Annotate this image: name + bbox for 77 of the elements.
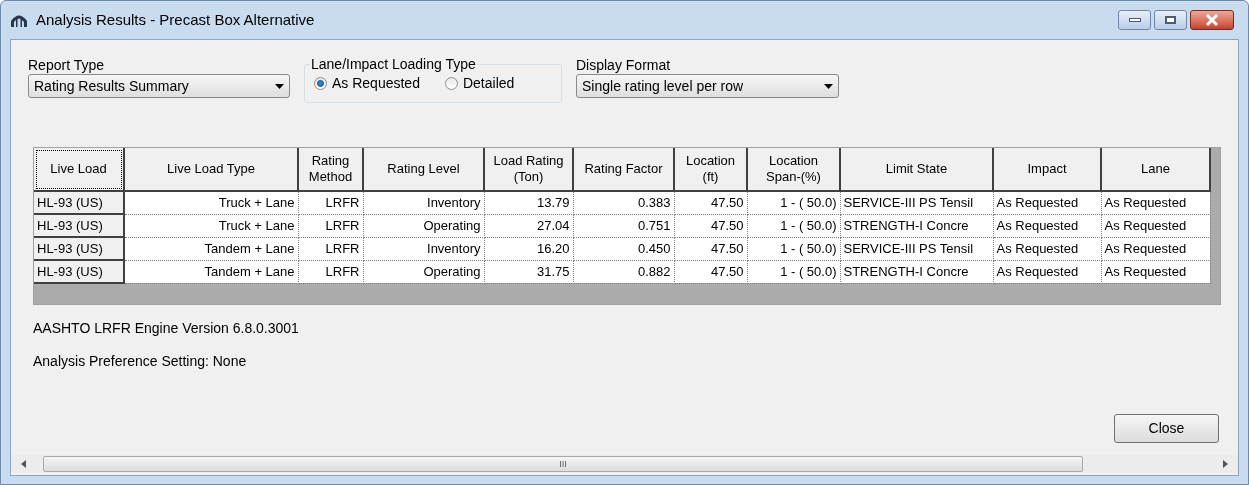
column-header[interactable]: Rating Factor [573,148,674,191]
table-cell: SERVICE-III PS Tensil [840,237,993,260]
left-arrow-icon[interactable] [21,460,26,468]
display-format-dropdown[interactable]: Single rating level per row [576,74,839,98]
column-header[interactable]: Rating Level [363,148,484,191]
table-cell: Operating [363,260,484,283]
table-cell: As Requested [1101,237,1210,260]
table-cell: 47.50 [674,260,747,283]
table-cell: 47.50 [674,237,747,260]
table-cell: Operating [363,214,484,237]
column-header[interactable]: Impact [993,148,1101,191]
column-header[interactable]: Location (ft) [674,148,747,191]
column-header[interactable]: Load Rating (Ton) [484,148,573,191]
scrollbar-thumb[interactable]: III [43,456,1083,472]
column-header[interactable]: Live Load [34,148,124,191]
table-cell: LRFR [298,191,363,214]
right-arrow-icon[interactable] [1223,460,1228,468]
row-header[interactable]: HL-93 (US) [34,214,124,237]
close-icon[interactable] [1190,10,1234,30]
table-cell: 47.50 [674,191,747,214]
window-title: Analysis Results - Precast Box Alternative [36,9,315,30]
column-header[interactable]: Location Span-(%) [747,148,840,191]
column-header[interactable]: Limit State [840,148,993,191]
table-cell: Truck + Lane [124,214,298,237]
table-cell: As Requested [993,260,1101,283]
table-cell: Inventory [363,191,484,214]
engine-version-text: AASHTO LRFR Engine Version 6.8.0.3001 [33,319,299,338]
table-cell: As Requested [993,191,1101,214]
table-cell: As Requested [1101,260,1210,283]
table-cell: 16.20 [484,237,573,260]
radio-option[interactable]: Detailed [444,74,515,92]
column-header[interactable]: Live Load Type [124,148,298,191]
table-cell: Tandem + Lane [124,260,298,283]
table-cell: 1 - ( 50.0) [747,237,840,260]
table-cell: Tandem + Lane [124,237,298,260]
table-cell: SERVICE-III PS Tensil [840,191,993,214]
table-cell: 31.75 [484,260,573,283]
radio-button[interactable] [314,76,327,90]
table-cell: LRFR [298,237,363,260]
display-format-label: Display Format [576,56,672,74]
table-cell: LRFR [298,214,363,237]
table-cell: As Requested [1101,191,1210,214]
column-header[interactable]: Lane [1101,148,1210,191]
table-cell: STRENGTH-I Concre [840,260,993,283]
loading-type-label: Lane/Impact Loading Type [310,55,477,73]
preference-setting-text: Analysis Preference Setting: None [33,352,247,371]
radio-button[interactable] [444,76,458,90]
row-header[interactable]: HL-93 (US) [34,260,124,283]
table-cell: STRENGTH-I Concre [840,214,993,237]
minimize-button[interactable] [1118,10,1151,30]
table-cell: 1 - ( 50.0) [747,260,840,283]
table-cell: LRFR [298,260,363,283]
table-cell: 1 - ( 50.0) [747,191,840,214]
maximize-button[interactable] [1154,10,1187,30]
table-cell: 47.50 [674,214,747,237]
table-cell: As Requested [993,237,1101,260]
table-cell: 27.04 [484,214,573,237]
table-cell: 13.79 [484,191,573,214]
table-cell: As Requested [993,214,1101,237]
table-cell: 0.450 [573,237,674,260]
table-cell: 0.882 [573,260,674,283]
table-cell: 0.751 [573,214,674,237]
caret-icon [275,83,284,89]
row-header[interactable]: HL-93 (US) [34,191,124,214]
caret-icon [824,83,833,89]
table-cell: 0.383 [573,191,674,214]
close-button[interactable]: Close [1114,414,1219,443]
row-header[interactable]: HL-93 (US) [34,237,124,260]
report-type-dropdown[interactable]: Rating Results Summary [28,74,290,98]
column-header[interactable]: Rating Method [298,148,363,191]
report-type-label: Report Type [28,56,105,74]
horizontal-scrollbar[interactable]: III [11,455,1238,473]
table-cell: 1 - ( 50.0) [747,214,840,237]
radio-option[interactable]: As Requested [314,74,420,92]
table-cell: Inventory [363,237,484,260]
table-cell: Truck + Lane [124,191,298,214]
table-cell: As Requested [1101,214,1210,237]
